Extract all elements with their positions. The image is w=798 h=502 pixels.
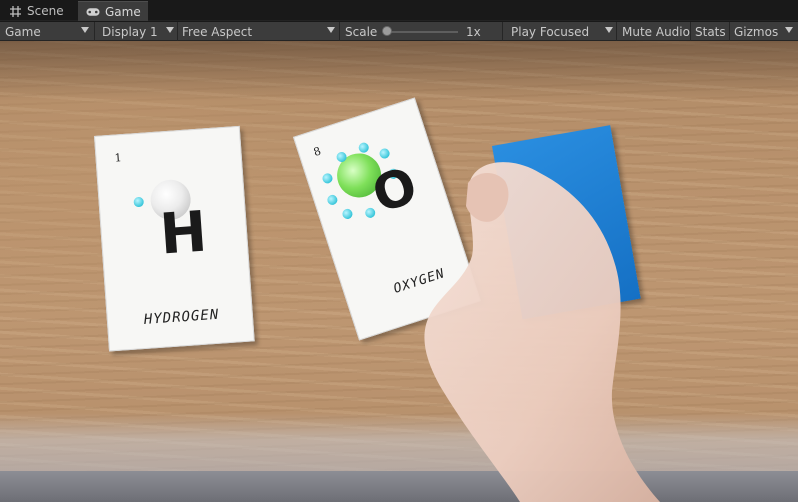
scale-label-text: Scale [345, 24, 378, 39]
game-view-toolbar: Game Display 1 Free Aspect Scale 1x Play… [0, 22, 798, 41]
scale-value-text: 1x [466, 24, 481, 39]
tab-game[interactable]: Game [78, 1, 148, 21]
scale-label: Scale [340, 22, 382, 41]
stats-label: Stats [695, 24, 726, 39]
editor-tab-bar: Scene Game [0, 0, 798, 21]
tab-game-label: Game [105, 4, 141, 19]
chevron-down-icon [166, 27, 174, 33]
tab-scene-label: Scene [27, 4, 64, 18]
scale-value: 1x [461, 22, 486, 41]
chevron-down-icon [785, 27, 793, 33]
play-mode-select-label: Play Focused [511, 24, 590, 39]
toolbar-divider [94, 22, 95, 41]
chevron-down-icon [81, 27, 89, 33]
gizmos-button[interactable]: Gizmos [729, 22, 783, 41]
game-viewport[interactable]: 1 H HYDROGEN 8 O OXYGEN [0, 41, 798, 502]
chevron-down-icon [605, 27, 613, 33]
scale-slider-track[interactable] [383, 31, 458, 33]
gizmos-label: Gizmos [734, 24, 779, 39]
play-mode-select[interactable]: Play Focused [506, 22, 616, 41]
view-select-label: Game [5, 24, 41, 39]
stats-button[interactable]: Stats [690, 22, 731, 41]
scale-slider-handle[interactable] [382, 26, 392, 36]
aspect-select-label: Free Aspect [182, 24, 253, 39]
toolbar-divider [502, 22, 503, 41]
gamepad-icon [86, 6, 100, 18]
mute-audio-button[interactable]: Mute Audio [617, 22, 695, 41]
display-select[interactable]: Display 1 [97, 22, 177, 41]
user-hand [424, 162, 660, 502]
mute-audio-label: Mute Audio [622, 24, 690, 39]
view-select[interactable]: Game [0, 22, 92, 41]
chevron-down-icon [327, 27, 335, 33]
aspect-select[interactable]: Free Aspect [177, 22, 339, 41]
tab-scene[interactable]: Scene [0, 1, 76, 21]
grid-icon [8, 5, 22, 17]
display-select-label: Display 1 [102, 24, 158, 39]
